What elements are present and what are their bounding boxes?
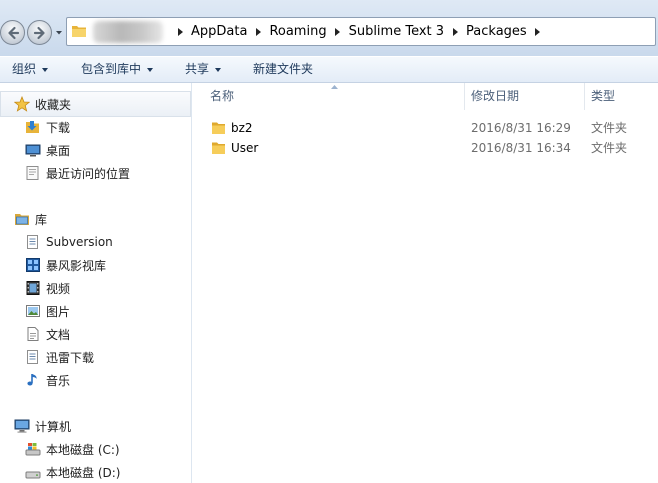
nav-libraries-label: 库 [35, 212, 48, 227]
nav-item-label: 本地磁盘 (D:) [46, 465, 121, 480]
music-note-icon [27, 374, 37, 386]
breadcrumb-separator-icon[interactable] [169, 18, 191, 45]
arrow-left-icon [8, 26, 20, 40]
table-row[interactable]: bz2 2016/8/31 16:29 文件夹 [193, 117, 658, 139]
star-icon [14, 96, 30, 112]
share-label: 共享 [185, 62, 210, 76]
nav-item-local-disk-c[interactable]: 本地磁盘 (C:) [25, 439, 120, 459]
nav-item-label: 视频 [46, 281, 71, 296]
folder-icon [212, 122, 225, 134]
nav-computer-label: 计算机 [35, 419, 72, 434]
nav-item-label: 最近访问的位置 [46, 166, 131, 181]
recent-places-icon [26, 166, 39, 180]
arrow-right-icon [33, 26, 45, 40]
nav-item-label: 下载 [46, 120, 71, 135]
breadcrumb: AppData Roaming Sublime Text 3 Packages [169, 18, 549, 45]
back-button[interactable] [0, 20, 25, 45]
computer-icon [14, 419, 30, 433]
column-header-type[interactable]: 类型 [591, 83, 615, 110]
chevron-down-icon [215, 67, 222, 72]
nav-item-subversion[interactable]: Subversion [25, 232, 113, 252]
chevron-down-icon [42, 67, 49, 72]
film-icon [26, 281, 40, 295]
nav-favorites-label: 收藏夹 [35, 97, 72, 112]
file-modified-date: 2016/8/31 16:29 [471, 121, 571, 135]
breadcrumb-item-appdata[interactable]: AppData [191, 24, 247, 39]
file-type: 文件夹 [591, 121, 628, 135]
nav-item-label: 暴风影视库 [46, 258, 107, 273]
nav-item-xunlei-downloads[interactable]: 迅雷下载 [25, 347, 94, 367]
library-icon [15, 214, 29, 225]
nav-item-desktop[interactable]: 桌面 [25, 140, 70, 160]
nav-item-local-disk-d[interactable]: 本地磁盘 (D:) [25, 462, 120, 482]
organize-menu-button[interactable]: 组织 [12, 57, 49, 83]
folder-icon [72, 26, 86, 37]
nav-item-recent-places[interactable]: 最近访问的位置 [25, 163, 130, 183]
nav-item-label: 迅雷下载 [46, 350, 95, 365]
breadcrumb-item-packages[interactable]: Packages [466, 24, 527, 39]
nav-item-label: Subversion [46, 235, 113, 249]
include-in-library-label: 包含到库中 [81, 62, 142, 76]
new-folder-label: 新建文件夹 [253, 62, 314, 76]
share-button[interactable]: 共享 [185, 57, 222, 83]
organize-label: 组织 [12, 62, 37, 76]
command-toolbar: 组织 包含到库中 共享 新建文件夹 [0, 56, 658, 83]
nav-item-label: 文档 [46, 327, 71, 342]
nav-item-label: 图片 [46, 304, 71, 319]
nav-item-label: 桌面 [46, 143, 71, 158]
file-name: User [231, 141, 259, 155]
file-list: 名称 修改日期 类型 bz2 2016/8/31 16:29 文件夹 User … [193, 83, 658, 483]
address-strip: AppData Roaming Sublime Text 3 Packages [0, 0, 658, 56]
column-divider[interactable] [464, 83, 465, 110]
include-in-library-button[interactable]: 包含到库中 [81, 57, 154, 83]
sort-ascending-icon [331, 85, 338, 89]
breadcrumb-item-roaming[interactable]: Roaming [269, 24, 326, 39]
windows-drive-icon [25, 443, 41, 456]
picture-icon [26, 305, 40, 317]
nav-computer[interactable]: 计算机 [14, 416, 71, 436]
forward-button[interactable] [27, 20, 52, 45]
document-library-icon [27, 235, 38, 249]
nav-favorites[interactable]: 收藏夹 [14, 94, 71, 114]
column-header-name[interactable]: 名称 [210, 83, 234, 110]
nav-item-music[interactable]: 音乐 [25, 370, 70, 390]
folder-icon [212, 142, 225, 154]
address-bar[interactable]: AppData Roaming Sublime Text 3 Packages [66, 17, 656, 46]
nav-item-baofeng-library[interactable]: 暴风影视库 [25, 255, 106, 275]
nav-libraries[interactable]: 库 [14, 209, 47, 229]
breadcrumb-item-sublime-text-3[interactable]: Sublime Text 3 [349, 24, 444, 39]
hard-drive-icon [25, 471, 41, 479]
nav-item-label: 本地磁盘 (C:) [46, 442, 120, 457]
chevron-down-icon [147, 67, 154, 72]
nav-item-pictures[interactable]: 图片 [25, 301, 70, 321]
recent-pages-chevron-icon[interactable] [55, 30, 63, 36]
file-modified-date: 2016/8/31 16:34 [471, 141, 571, 155]
document-library-icon [27, 350, 38, 364]
breadcrumb-separator-icon[interactable] [247, 18, 269, 45]
redacted-path-segment [93, 21, 163, 43]
breadcrumb-separator-icon[interactable] [527, 18, 549, 45]
document-icon [27, 327, 39, 341]
downloads-folder-icon [26, 121, 39, 133]
breadcrumb-separator-icon[interactable] [327, 18, 349, 45]
nav-item-downloads[interactable]: 下载 [25, 117, 70, 137]
file-type: 文件夹 [591, 141, 628, 155]
video-grid-icon [26, 258, 40, 272]
nav-item-videos[interactable]: 视频 [25, 278, 70, 298]
navigation-pane: 收藏夹 下载 桌面 最近访问的位置 库 Subversion 暴风影视库 视频 … [0, 83, 192, 483]
nav-item-documents[interactable]: 文档 [25, 324, 70, 344]
nav-item-label: 音乐 [46, 373, 71, 388]
desktop-icon [25, 144, 41, 157]
column-divider[interactable] [584, 83, 585, 110]
new-folder-button[interactable]: 新建文件夹 [253, 57, 313, 83]
file-name: bz2 [231, 121, 253, 135]
column-header-date[interactable]: 修改日期 [471, 83, 519, 110]
breadcrumb-separator-icon[interactable] [444, 18, 466, 45]
table-row[interactable]: User 2016/8/31 16:34 文件夹 [193, 137, 658, 159]
